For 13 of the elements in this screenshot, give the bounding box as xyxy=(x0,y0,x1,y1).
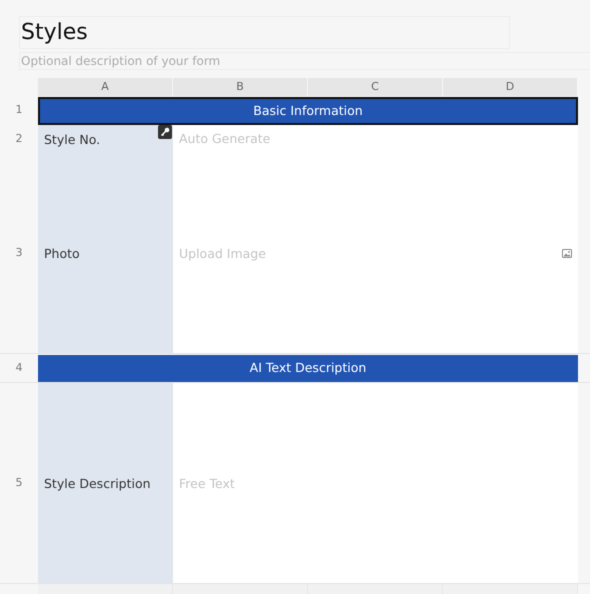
column-header[interactable]: A xyxy=(38,78,173,96)
column-header[interactable]: C xyxy=(308,78,443,96)
field-label: Style No. xyxy=(38,125,173,154)
section-header[interactable]: Basic Information xyxy=(38,97,578,125)
section-header[interactable]: AI Text Description xyxy=(38,355,578,382)
column-header[interactable]: B xyxy=(173,78,308,96)
key-icon xyxy=(158,125,172,139)
field-label: Photo xyxy=(38,153,173,353)
form-title[interactable]: Styles xyxy=(19,16,510,49)
description-field[interactable]: Optional description of your form xyxy=(19,52,590,70)
field-label: Style Description xyxy=(38,383,173,583)
column-header[interactable]: D xyxy=(443,78,578,96)
image-icon xyxy=(562,249,572,258)
